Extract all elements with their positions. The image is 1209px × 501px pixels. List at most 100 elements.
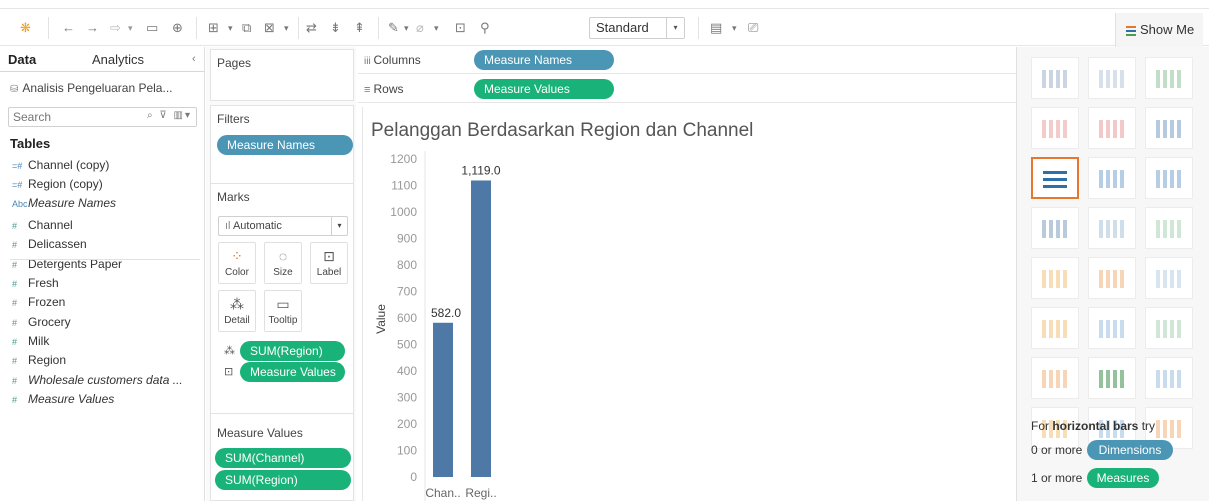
group-members-icon[interactable]: ⌀: [416, 19, 424, 37]
toolbar: ❋ ← → ⇨ ▾ ▭ ⊕ ⊞ ▾ ⧉ ⊠ ▾ ⇄ ⇟ ⇞ ✎ ▾ ⌀ ▾ ⊡ …: [0, 8, 1209, 47]
show-me-stacked-bars[interactable]: [1088, 157, 1136, 199]
new-worksheet-icon[interactable]: ⊞: [208, 19, 219, 37]
field-label: Channel (copy): [28, 158, 110, 172]
show-cards-dropdown-icon[interactable]: ▾: [732, 19, 737, 37]
measure-values-title: Measure Values: [217, 426, 303, 440]
marks-title: Marks: [217, 190, 250, 204]
show-me-symbol-map[interactable]: [1031, 107, 1079, 149]
show-me-button[interactable]: Show Me: [1115, 13, 1203, 47]
show-me-lines-continuous[interactable]: [1031, 257, 1079, 299]
new-datasource-icon[interactable]: ⊕: [172, 19, 183, 37]
duplicate-sheet-icon[interactable]: ⧉: [242, 19, 251, 37]
mark-type-select[interactable]: ıl Automatic ▾: [218, 216, 348, 236]
columns-shelf[interactable]: iii Columns Measure Names: [358, 47, 1016, 74]
fit-select[interactable]: Standard ▾: [589, 17, 685, 39]
number-field-icon: =#: [12, 161, 23, 171]
sort-ascending-icon[interactable]: ⇟: [330, 19, 341, 37]
undo-icon[interactable]: ←: [62, 19, 75, 37]
presentation-mode-icon[interactable]: ⎚: [748, 19, 758, 37]
field-item[interactable]: # Frozen: [12, 295, 65, 313]
show-me-highlight-table[interactable]: [1145, 57, 1193, 99]
field-item[interactable]: # Region: [12, 353, 66, 371]
rows-shelf[interactable]: ≡ Rows Measure Values: [358, 76, 1016, 103]
clear-sheet-icon[interactable]: ⊠: [264, 19, 275, 37]
highlight-dropdown-icon[interactable]: ▾: [404, 19, 409, 37]
show-me-horizontal-bars[interactable]: [1031, 157, 1079, 199]
group-dropdown-icon[interactable]: ▾: [434, 19, 439, 37]
fix-axes-icon[interactable]: ⚲: [480, 19, 490, 37]
tab-data[interactable]: Data: [8, 52, 36, 67]
show-cards-icon[interactable]: ▤: [710, 19, 722, 37]
dual-combination-icon: [1156, 320, 1184, 338]
show-me-filled-map[interactable]: [1088, 107, 1136, 149]
label-button[interactable]: ⊡ Label: [310, 242, 348, 284]
pages-card[interactable]: Pages: [210, 49, 354, 101]
size-button[interactable]: ◌ Size: [264, 242, 302, 284]
show-me-dual-lines[interactable]: [1145, 257, 1193, 299]
field-item[interactable]: # Measure Values: [12, 392, 114, 410]
rows-pill-measure-values[interactable]: Measure Values: [474, 79, 614, 99]
bar-0[interactable]: [433, 322, 453, 477]
show-me-label: Show Me: [1140, 22, 1195, 37]
measure-values-pill-region[interactable]: SUM(Region): [215, 470, 351, 490]
show-me-circle-views[interactable]: [1088, 207, 1136, 249]
new-worksheet-dropdown-icon[interactable]: ▾: [228, 19, 233, 37]
replay-icon[interactable]: ⇨: [110, 19, 121, 37]
datasource-item[interactable]: ⛁ Analisis Pengeluaran Pela...: [10, 81, 172, 95]
filter-pill-measure-names[interactable]: Measure Names: [217, 135, 353, 155]
bar-1[interactable]: [471, 180, 491, 477]
field-item[interactable]: =# Channel (copy): [12, 158, 109, 176]
bar-data-label: 582.0: [431, 306, 461, 320]
show-me-dual-combination[interactable]: [1145, 307, 1193, 349]
tableau-logo-icon[interactable]: ❋: [20, 19, 31, 37]
measure-values-pill-channel[interactable]: SUM(Channel): [215, 448, 351, 468]
replay-dropdown-icon[interactable]: ▾: [128, 19, 133, 37]
swap-rows-columns-icon[interactable]: ⇄: [306, 19, 317, 37]
show-me-heat-map[interactable]: [1088, 57, 1136, 99]
search-tools[interactable]: ⌕ ⊽ ▥▾: [147, 110, 192, 121]
collapse-pane-icon[interactable]: ‹: [192, 53, 196, 65]
show-me-text-table[interactable]: [1031, 57, 1079, 99]
y-tick-label: 800: [397, 258, 417, 272]
tab-analytics[interactable]: Analytics: [92, 52, 144, 67]
show-me-histogram[interactable]: [1088, 357, 1136, 399]
marks-pill-sum-region[interactable]: SUM(Region): [240, 341, 345, 361]
redo-icon[interactable]: →: [86, 19, 99, 37]
field-item[interactable]: # Wholesale customers data ...: [12, 373, 183, 391]
field-item[interactable]: AbcMeasure Names: [12, 196, 116, 214]
sort-descending-icon[interactable]: ⇞: [354, 19, 365, 37]
save-icon[interactable]: ▭: [146, 19, 158, 37]
show-me-scatter-plot[interactable]: [1031, 357, 1079, 399]
show-me-treemap[interactable]: [1031, 207, 1079, 249]
show-me-side-by-side-bars[interactable]: [1145, 157, 1193, 199]
field-item[interactable]: # Fresh: [12, 276, 59, 294]
tooltip-button[interactable]: ▭ Tooltip: [264, 290, 302, 332]
field-item[interactable]: # Delicassen: [12, 237, 87, 255]
mark-type-value: Automatic: [232, 220, 282, 232]
show-me-box-whisker[interactable]: [1145, 357, 1193, 399]
detail-button[interactable]: ⁂ Detail: [218, 290, 256, 332]
field-item[interactable]: # Milk: [12, 334, 49, 352]
columns-pill-measure-names[interactable]: Measure Names: [474, 50, 614, 70]
field-item[interactable]: # Grocery: [12, 315, 71, 333]
show-me-side-by-side-circles[interactable]: [1145, 207, 1193, 249]
number-field-icon: #: [12, 376, 18, 386]
field-item[interactable]: # Channel: [12, 218, 73, 236]
pie-chart-icon: [1156, 120, 1184, 138]
field-label: Frozen: [28, 295, 66, 309]
y-tick-label: 600: [397, 311, 417, 325]
show-me-area-discrete[interactable]: [1088, 307, 1136, 349]
cards-pane: Pages Filters Measure Names Marks ıl Aut…: [206, 47, 356, 501]
show-me-pie-chart[interactable]: [1145, 107, 1193, 149]
clear-sheet-dropdown-icon[interactable]: ▾: [284, 19, 289, 37]
hint-dimensions-row: 0 or more Dimensions: [1031, 440, 1173, 460]
show-me-lines-discrete[interactable]: [1088, 257, 1136, 299]
color-button[interactable]: ⁘ Color: [218, 242, 256, 284]
chevron-down-icon: ▾: [666, 18, 684, 38]
show-mark-labels-icon[interactable]: ⊡: [455, 19, 466, 37]
show-me-area-continuous[interactable]: [1031, 307, 1079, 349]
marks-pill-measure-values[interactable]: Measure Values: [240, 362, 345, 382]
field-item[interactable]: =# Region (copy): [12, 177, 103, 195]
search-input[interactable]: [9, 108, 139, 126]
highlight-icon[interactable]: ✎: [388, 19, 399, 37]
